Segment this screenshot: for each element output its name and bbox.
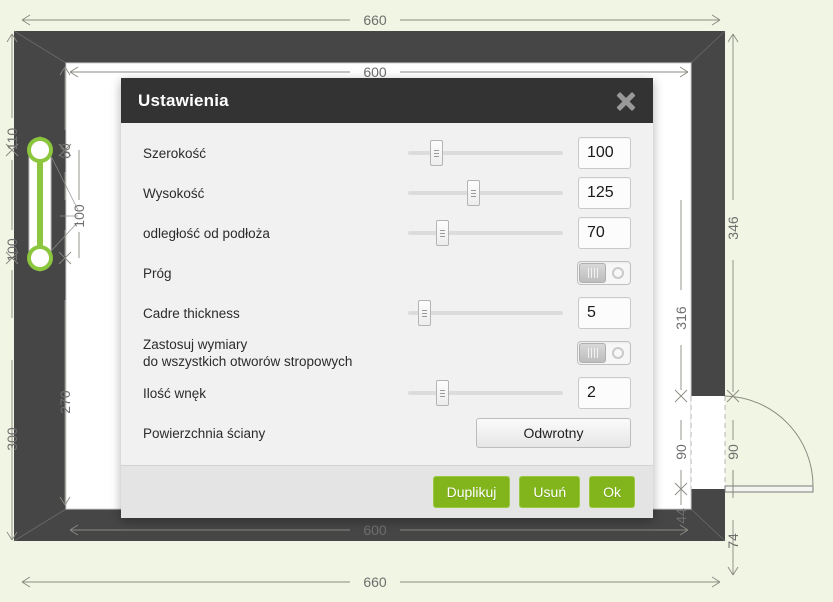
window-handle-top[interactable]	[27, 137, 53, 163]
slider-odleglosc[interactable]	[408, 220, 563, 246]
row-powierzchnia-sciany: Powierzchnia ściany Odwrotny	[143, 413, 631, 453]
row-szerokosc: Szerokość	[143, 133, 631, 173]
row-control	[356, 297, 631, 329]
slider-handle[interactable]	[436, 380, 450, 406]
row-control	[356, 137, 631, 169]
slider-track[interactable]	[408, 231, 563, 235]
row-label: Próg	[143, 265, 172, 281]
reverse-surface-button[interactable]: Odwrotny	[476, 418, 631, 448]
row-odleglosc-od-podloza: odległość od podłoża	[143, 213, 631, 253]
toggle-zastosuj-wymiary[interactable]	[577, 341, 631, 365]
row-control	[356, 377, 631, 409]
value-input-szerokosc[interactable]	[578, 137, 631, 169]
row-label: Zastosuj wymiary do wszystkich otworów s…	[143, 337, 353, 369]
slider-handle[interactable]	[417, 300, 431, 326]
dim-left-outer-lower: 300	[4, 427, 20, 451]
ok-button[interactable]: Ok	[589, 476, 635, 508]
door-leaf[interactable]	[724, 485, 814, 493]
dim-right-outer-door: 90	[725, 444, 741, 460]
dim-right-inner-bottom: 44	[673, 508, 689, 524]
dim-top-outer: 660	[363, 12, 387, 28]
toggle-prog[interactable]	[577, 261, 631, 285]
row-control	[356, 261, 631, 285]
value-input-odleglosc[interactable]	[578, 217, 631, 249]
dim-left-inner-lower: 270	[57, 390, 73, 414]
delete-button[interactable]: Usuń	[519, 476, 581, 508]
row-wysokosc: Wysokość	[143, 173, 631, 213]
row-label: Szerokość	[143, 145, 207, 161]
window-handle-bottom[interactable]	[27, 245, 53, 271]
row-ilosc-wnek: Ilość wnęk	[143, 373, 631, 413]
row-zastosuj-wymiary: Zastosuj wymiary do wszystkich otworów s…	[143, 333, 631, 373]
dim-right-outer-upper: 346	[725, 216, 741, 240]
dim-right-inner-upper: 316	[673, 306, 689, 330]
row-control	[356, 217, 631, 249]
dim-right-inner-lower: 90	[673, 444, 689, 460]
slider-ilosc-wnek[interactable]	[408, 380, 563, 406]
close-icon[interactable]	[613, 88, 639, 114]
dim-left-inner-upper: 80	[57, 143, 73, 159]
slider-track[interactable]	[408, 391, 563, 395]
row-label: Wysokość	[143, 185, 205, 201]
slider-cadre-thickness[interactable]	[408, 300, 563, 326]
row-prog: Próg	[143, 253, 631, 293]
row-label: odległość od podłoża	[143, 225, 270, 241]
dialog-footer: Duplikuj Usuń Ok	[121, 465, 653, 518]
dim-bottom-inner: 600	[363, 522, 387, 538]
settings-dialog[interactable]: Ustawienia Szerokość Wysokość	[121, 78, 653, 518]
row-label: Powierzchnia ściany	[143, 425, 266, 441]
slider-track[interactable]	[408, 191, 563, 195]
slider-wysokosc[interactable]	[408, 180, 563, 206]
row-control	[356, 341, 631, 365]
toggle-knob-icon	[579, 263, 606, 283]
row-label: Cadre thickness	[143, 305, 240, 321]
dim-right-outer-lower: 74	[725, 533, 741, 549]
value-input-ilosc-wnek[interactable]	[578, 377, 631, 409]
dim-left-inner-window: 100	[71, 204, 87, 228]
dim-left-outer-middle: 100	[4, 238, 20, 262]
dim-left-outer-upper: 110	[4, 128, 20, 151]
row-control: Odwrotny	[356, 418, 631, 448]
toggle-circle-icon	[612, 347, 624, 359]
slider-handle[interactable]	[429, 140, 443, 166]
door-gap	[691, 396, 725, 489]
dialog-body: Szerokość Wysokość odległość o	[121, 123, 653, 465]
row-cadre-thickness: Cadre thickness	[143, 293, 631, 333]
duplicate-button[interactable]: Duplikuj	[432, 476, 511, 508]
toggle-knob-icon	[579, 343, 606, 363]
value-input-cadre-thickness[interactable]	[578, 297, 631, 329]
toggle-circle-icon	[612, 267, 624, 279]
slider-szerokosc[interactable]	[408, 140, 563, 166]
value-input-wysokosc[interactable]	[578, 177, 631, 209]
slider-handle[interactable]	[467, 180, 481, 206]
dialog-header: Ustawienia	[121, 78, 653, 123]
row-control	[356, 177, 631, 209]
row-label: Ilość wnęk	[143, 385, 207, 401]
dim-bottom-outer: 660	[363, 574, 387, 590]
slider-handle[interactable]	[436, 220, 450, 246]
dialog-title: Ustawienia	[138, 90, 229, 110]
slider-track[interactable]	[408, 311, 563, 315]
